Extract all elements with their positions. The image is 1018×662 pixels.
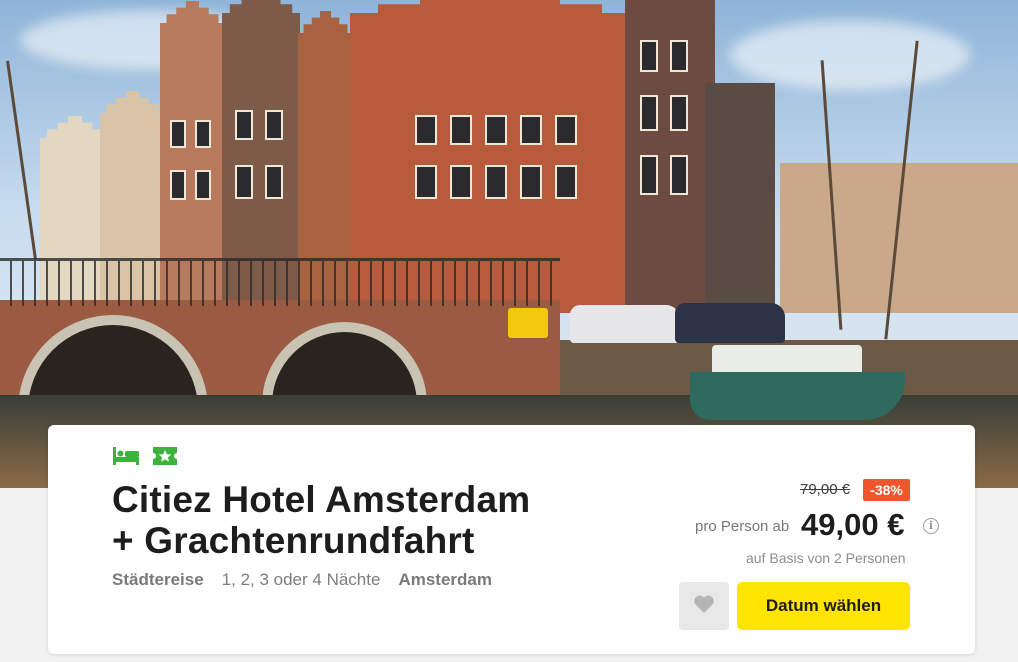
offer-location: Amsterdam	[398, 570, 492, 589]
offer-title-line-2: + Grachtenrundfahrt	[112, 520, 475, 561]
old-price: 79,00 €	[800, 481, 851, 498]
favorite-button[interactable]	[679, 582, 729, 630]
discount-badge: -38%	[863, 479, 910, 501]
per-person-label: pro Person ab	[695, 518, 790, 535]
offer-price: 49,00 €	[801, 507, 905, 542]
heart-icon	[693, 594, 715, 619]
offer-title-line-1: Citiez Hotel Amsterdam	[112, 479, 531, 520]
info-icon[interactable]: i	[923, 518, 939, 534]
bed-icon	[112, 445, 140, 467]
choose-date-button[interactable]: Datum wählen	[737, 582, 910, 630]
price-basis-note: auf Basis von 2 Personen	[746, 550, 906, 566]
offer-nights: 1, 2, 3 oder 4 Nächte	[221, 570, 381, 589]
ticket-star-icon	[151, 445, 179, 467]
offer-category: Städtereise	[112, 570, 204, 589]
hero-image	[0, 0, 1018, 488]
offer-title[interactable]: Citiez Hotel Amsterdam + Grachtenrundfah…	[112, 479, 632, 561]
offer-card[interactable]: Citiez Hotel Amsterdam + Grachtenrundfah…	[48, 425, 975, 654]
offer-meta: Städtereise 1, 2, 3 oder 4 Nächte Amster…	[112, 570, 492, 590]
